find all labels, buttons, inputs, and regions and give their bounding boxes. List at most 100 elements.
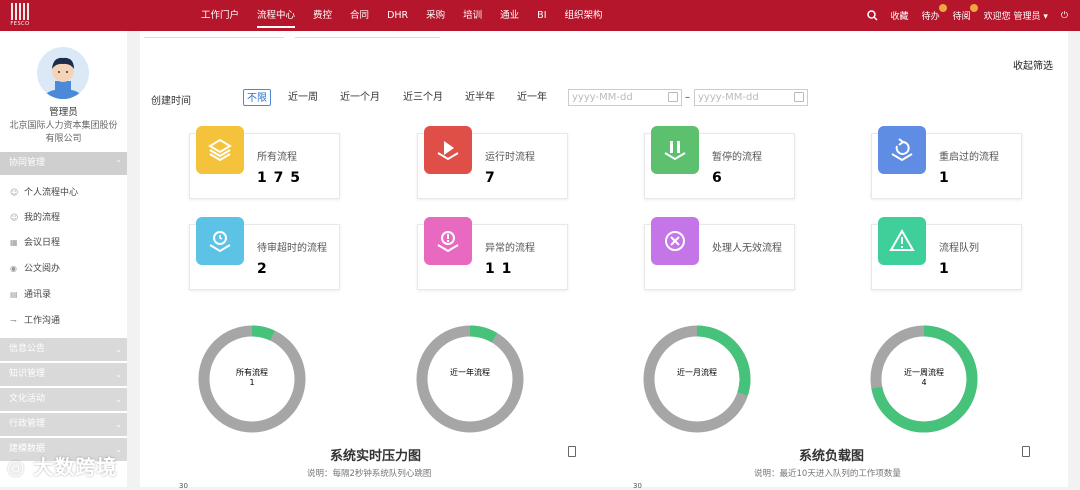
main-nav: 工作门户 流程中心 费控 合同 DHR 采购 培训 通业 BI 组织架构 <box>201 0 621 31</box>
card-value: 1 <box>939 170 950 186</box>
user-menu[interactable]: 欢迎您 管理员 ▾ <box>984 9 1048 22</box>
card-paused-process[interactable]: 暂停的流程 6 <box>644 126 795 199</box>
sidebar-section-knowledge[interactable]: 知识管理 ⌄ <box>0 363 127 386</box>
logout-icon[interactable]: ⏻ <box>1061 11 1068 21</box>
end-date-input[interactable]: yyyy-MM-dd <box>694 89 808 106</box>
tab-stub <box>144 37 284 38</box>
card-invalid-handler-process[interactable]: 处理人无效流程 <box>644 217 795 290</box>
pending-badge <box>969 4 978 12</box>
item-label: 通讯录 <box>24 290 52 300</box>
card-all-process[interactable]: 所有流程 1 7 5 <box>189 126 340 199</box>
load-chart-desc: 说明：最近10天进入队列的工作项数量 <box>754 469 901 479</box>
card-value: 6 <box>712 170 723 186</box>
card-label: 异常的流程 <box>485 243 535 254</box>
section-label: 协同管理 <box>9 158 46 168</box>
document-icon[interactable] <box>1022 446 1030 457</box>
donut-label: 近一周流程 <box>904 368 944 377</box>
nav-item-org[interactable]: 组织架构 <box>565 0 603 31</box>
card-value: 1 1 <box>485 261 513 277</box>
sidebar-item-meeting[interactable]: ▦ 会议日程 <box>0 230 127 255</box>
card-label: 流程队列 <box>939 243 979 254</box>
filter-option-unlimited[interactable]: 不限 <box>243 89 271 106</box>
sidebar-item-communication[interactable]: ⇁ 工作沟通 <box>0 308 127 333</box>
sidebar-section-culture[interactable]: 文化活动 ⌄ <box>0 388 127 411</box>
sidebar-item-contacts[interactable]: ▤ 通讯录 <box>0 282 127 307</box>
org-name: 北京国际人力资本集团股份有限公司 <box>9 121 118 144</box>
play-icon <box>424 126 472 174</box>
card-exception-process[interactable]: 异常的流程 1 1 <box>417 217 568 290</box>
todo-label: 待办 <box>921 12 940 22</box>
filter-option-month[interactable]: 近一个月 <box>340 89 380 106</box>
user-icon: ☺ <box>10 213 19 222</box>
calendar-icon: ▦ <box>10 238 18 247</box>
todo-badge <box>938 4 947 12</box>
card-label: 暂停的流程 <box>712 152 762 163</box>
pending-label: 待阅 <box>952 12 971 22</box>
card-restarted-process[interactable]: 重启过的流程 1 <box>871 126 1022 199</box>
pause-icon <box>651 126 699 174</box>
book-icon: ▤ <box>10 290 18 299</box>
search-icon[interactable] <box>866 10 878 21</box>
nav-item-training[interactable]: 培训 <box>463 0 482 31</box>
section-label: 知识管理 <box>9 369 46 379</box>
nav-item-tongye[interactable]: 通业 <box>500 0 519 31</box>
donut-label: 近一年流程 <box>450 368 490 377</box>
collect-link[interactable]: 收藏 <box>891 9 909 22</box>
nav-item-process-center[interactable]: 流程中心 <box>257 0 296 31</box>
pending-read-link[interactable]: 待阅 <box>952 4 978 22</box>
sidebar-item-my-process[interactable]: ☺ 我的流程 <box>0 205 127 230</box>
card-overdue-process[interactable]: 待审超时的流程 2 <box>189 217 340 290</box>
sidebar-section-notice[interactable]: 信息公告 ⌄ <box>0 338 127 361</box>
collapse-filter-link[interactable]: 收起筛选 <box>1013 57 1053 72</box>
card-label: 运行时流程 <box>485 152 535 163</box>
nav-item-purchase[interactable]: 采购 <box>426 0 445 31</box>
calendar-icon <box>668 92 678 102</box>
sidebar-section-admin[interactable]: 行政管理 ⌄ <box>0 413 127 436</box>
nav-item-bi[interactable]: BI <box>537 0 546 31</box>
watermark-logo-icon: ◎ <box>7 455 26 479</box>
filter-option-halfyear[interactable]: 近半年 <box>465 89 495 106</box>
document-icon[interactable] <box>568 446 576 457</box>
caret-down-icon: ▾ <box>1043 12 1048 22</box>
sidebar-item-document[interactable]: ◉ 公文阅办 <box>0 256 127 281</box>
todo-link[interactable]: 待办 <box>921 4 947 22</box>
start-date-input[interactable]: yyyy-MM-dd <box>568 89 682 106</box>
people-icon: ☺ <box>10 188 19 197</box>
avatar[interactable] <box>37 47 89 99</box>
card-running-process[interactable]: 运行时流程 7 <box>417 126 568 199</box>
restart-icon <box>878 126 926 174</box>
circle-icon: ◉ <box>10 264 17 273</box>
section-label: 行政管理 <box>9 419 46 429</box>
sidebar-section-collab[interactable]: 协同管理 ⌃ <box>0 152 127 175</box>
donut-year-process: 近一年流程 <box>414 323 526 435</box>
filter-option-year[interactable]: 近一年 <box>517 89 547 106</box>
filter-option-week[interactable]: 近一周 <box>288 89 318 106</box>
filter-option-quarter[interactable]: 近三个月 <box>403 89 443 106</box>
nav-item-expense[interactable]: 费控 <box>313 0 332 31</box>
filter-label: 创建时间 <box>151 96 191 107</box>
card-value: 1 7 5 <box>257 170 301 186</box>
donut-month-process: 近一月流程 <box>641 323 753 435</box>
nav-item-portal[interactable]: 工作门户 <box>201 0 239 31</box>
sidebar-item-personal-process[interactable]: ☺ 个人流程中心 <box>0 180 127 205</box>
load-chart-title: 系统负载图 <box>799 449 865 464</box>
card-label: 所有流程 <box>257 152 297 163</box>
card-value: 7 <box>485 170 496 186</box>
nav-item-contract[interactable]: 合同 <box>350 0 369 31</box>
main-content: 收起筛选 创建时间 不限 近一周 近一个月 近三个月 近半年 近一年 yyyy-… <box>140 31 1068 490</box>
item-label: 工作沟通 <box>24 316 61 326</box>
chevron-down-icon: ⌄ <box>115 345 122 354</box>
card-label: 处理人无效流程 <box>712 243 782 254</box>
card-label: 重启过的流程 <box>939 152 999 163</box>
section-label: 信息公告 <box>9 344 46 354</box>
item-label: 个人流程中心 <box>24 188 79 198</box>
card-queue-process[interactable]: 流程队列 1 <box>871 217 1022 290</box>
card-value: 1 <box>939 261 950 277</box>
nav-item-dhr[interactable]: DHR <box>387 0 408 31</box>
item-label: 公文阅办 <box>24 264 61 274</box>
axis-label: 30 <box>179 482 188 490</box>
donut-value: 1 <box>249 378 255 387</box>
layers-icon <box>196 126 244 174</box>
chat-icon: ⇁ <box>10 316 17 325</box>
fesco-logo[interactable]: FESCO <box>9 3 31 29</box>
